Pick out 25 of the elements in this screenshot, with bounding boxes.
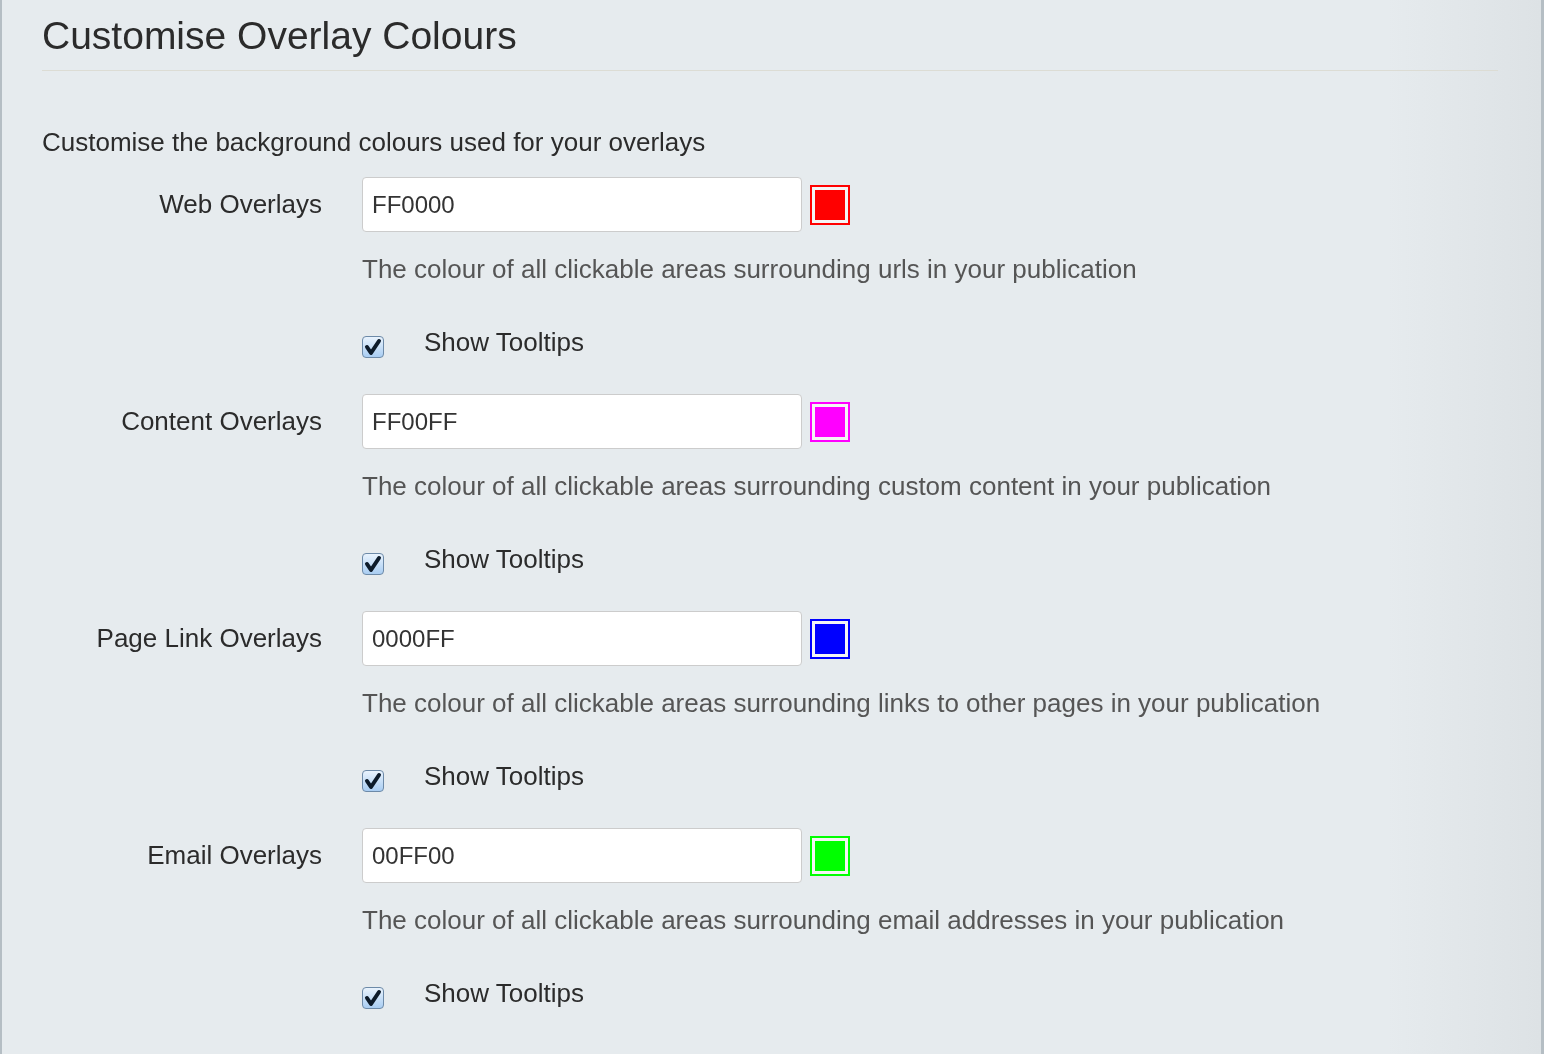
checkbox-label: Show Tooltips <box>424 326 584 358</box>
checkbox-label: Show Tooltips <box>424 760 584 792</box>
color-input[interactable]: FF00FF <box>362 394 802 449</box>
color-input[interactable]: FF0000 <box>362 177 802 232</box>
checkbox[interactable] <box>362 336 384 358</box>
field-label: Page Link Overlays <box>95 622 322 655</box>
color-swatch[interactable] <box>810 618 850 659</box>
checkbox-label: Show Tooltips <box>424 977 584 1009</box>
page-title: Customise Overlay Colours <box>42 13 518 59</box>
checkbox-label: Show Tooltips <box>424 543 584 575</box>
help-text: The colour of all clickable areas surrounding custom content in your publication <box>362 470 1273 503</box>
checkbox[interactable] <box>362 770 384 792</box>
help-text: The colour of all clickable areas surrounding urls in your publication <box>362 253 1138 286</box>
intro-text: Customise the background colours used for your overlays <box>42 127 707 157</box>
color-swatch[interactable] <box>810 401 850 442</box>
color-input[interactable]: 0000FF <box>362 611 802 666</box>
field-label: Web Overlays <box>158 188 322 221</box>
checkbox[interactable] <box>362 987 384 1009</box>
field-label: Content Overlays <box>120 405 322 438</box>
color-swatch[interactable] <box>810 184 850 225</box>
help-text: The colour of all clickable areas surrounding email addresses in your publication <box>362 904 1286 937</box>
field-label: Email Overlays <box>146 839 322 872</box>
help-text: The colour of all clickable areas surrounding links to other pages in your publication <box>362 687 1322 720</box>
checkbox[interactable] <box>362 553 384 575</box>
color-input[interactable]: 00FF00 <box>362 828 802 883</box>
